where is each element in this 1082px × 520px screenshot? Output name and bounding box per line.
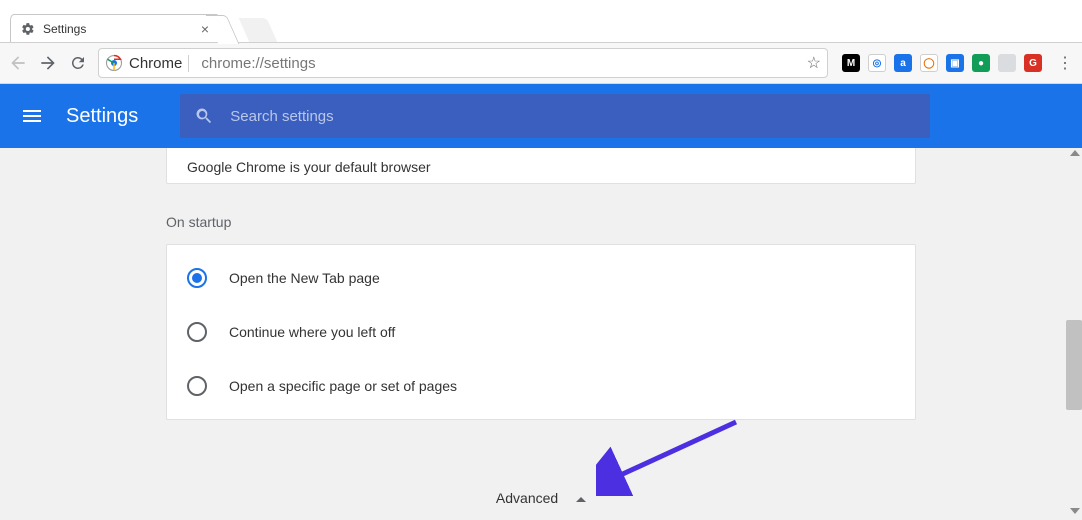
browser-tab-settings[interactable]: Settings ×	[10, 14, 220, 42]
reload-button[interactable]	[68, 53, 88, 73]
tab-title: Settings	[43, 22, 201, 36]
settings-header: Settings	[0, 84, 1082, 148]
on-startup-label: On startup	[166, 214, 231, 230]
startup-option-0[interactable]: Open the New Tab page	[167, 251, 915, 305]
forward-button[interactable]	[38, 53, 58, 73]
tab-close-icon[interactable]: ×	[201, 21, 209, 37]
scroll-up-icon[interactable]	[1070, 150, 1080, 156]
settings-title: Settings	[66, 105, 138, 128]
extension-icon-7[interactable]: G	[1024, 54, 1042, 72]
settings-search-input[interactable]	[230, 108, 916, 125]
radio-button[interactable]	[187, 322, 207, 342]
extension-icon-2[interactable]: a	[894, 54, 912, 72]
settings-search[interactable]	[180, 94, 930, 138]
menu-button[interactable]	[20, 104, 44, 128]
tab-strip: Settings ×	[0, 0, 1082, 42]
new-tab-button[interactable]	[239, 18, 278, 42]
browser-toolbar: Chrome chrome://settings ☆ M ◎ a ◯ ▣ ● G ⋮	[0, 42, 1082, 84]
extension-icon-4[interactable]: ▣	[946, 54, 964, 72]
omnibox-url: chrome://settings	[195, 55, 800, 72]
radio-label: Open a specific page or set of pages	[229, 378, 457, 394]
settings-content: Google Chrome is your default browser On…	[0, 148, 1082, 520]
advanced-toggle[interactable]: Advanced	[0, 490, 1082, 506]
bookmark-star-icon[interactable]: ☆	[807, 53, 821, 73]
on-startup-card: Open the New Tab page Continue where you …	[166, 244, 916, 420]
radio-label: Open the New Tab page	[229, 270, 380, 286]
extension-icon-1[interactable]: ◎	[868, 54, 886, 72]
caret-up-icon	[576, 497, 586, 502]
chrome-icon	[105, 54, 123, 72]
extension-icon-5[interactable]: ●	[972, 54, 990, 72]
extension-icon-0[interactable]: M	[842, 54, 860, 72]
extension-icons: M ◎ a ◯ ▣ ● G	[838, 54, 1046, 72]
address-bar[interactable]: Chrome chrome://settings ☆	[98, 48, 828, 78]
default-browser-text: Google Chrome is your default browser	[187, 148, 431, 175]
startup-option-1[interactable]: Continue where you left off	[167, 305, 915, 359]
annotation-arrow	[596, 416, 756, 496]
radio-label: Continue where you left off	[229, 324, 395, 340]
browser-menu-button[interactable]: ⋮	[1056, 53, 1074, 73]
search-icon	[194, 106, 214, 126]
scroll-down-icon[interactable]	[1070, 508, 1080, 514]
gear-icon	[21, 22, 35, 36]
extension-icon-3[interactable]: ◯	[920, 54, 938, 72]
advanced-label: Advanced	[496, 490, 558, 506]
omnibox-origin: Chrome	[129, 55, 189, 72]
radio-button[interactable]	[187, 376, 207, 396]
startup-option-2[interactable]: Open a specific page or set of pages	[167, 359, 915, 413]
back-button[interactable]	[8, 53, 28, 73]
default-browser-card: Google Chrome is your default browser	[166, 148, 916, 184]
scrollbar-thumb[interactable]	[1066, 320, 1082, 410]
extension-icon-6[interactable]	[998, 54, 1016, 72]
radio-button[interactable]	[187, 268, 207, 288]
